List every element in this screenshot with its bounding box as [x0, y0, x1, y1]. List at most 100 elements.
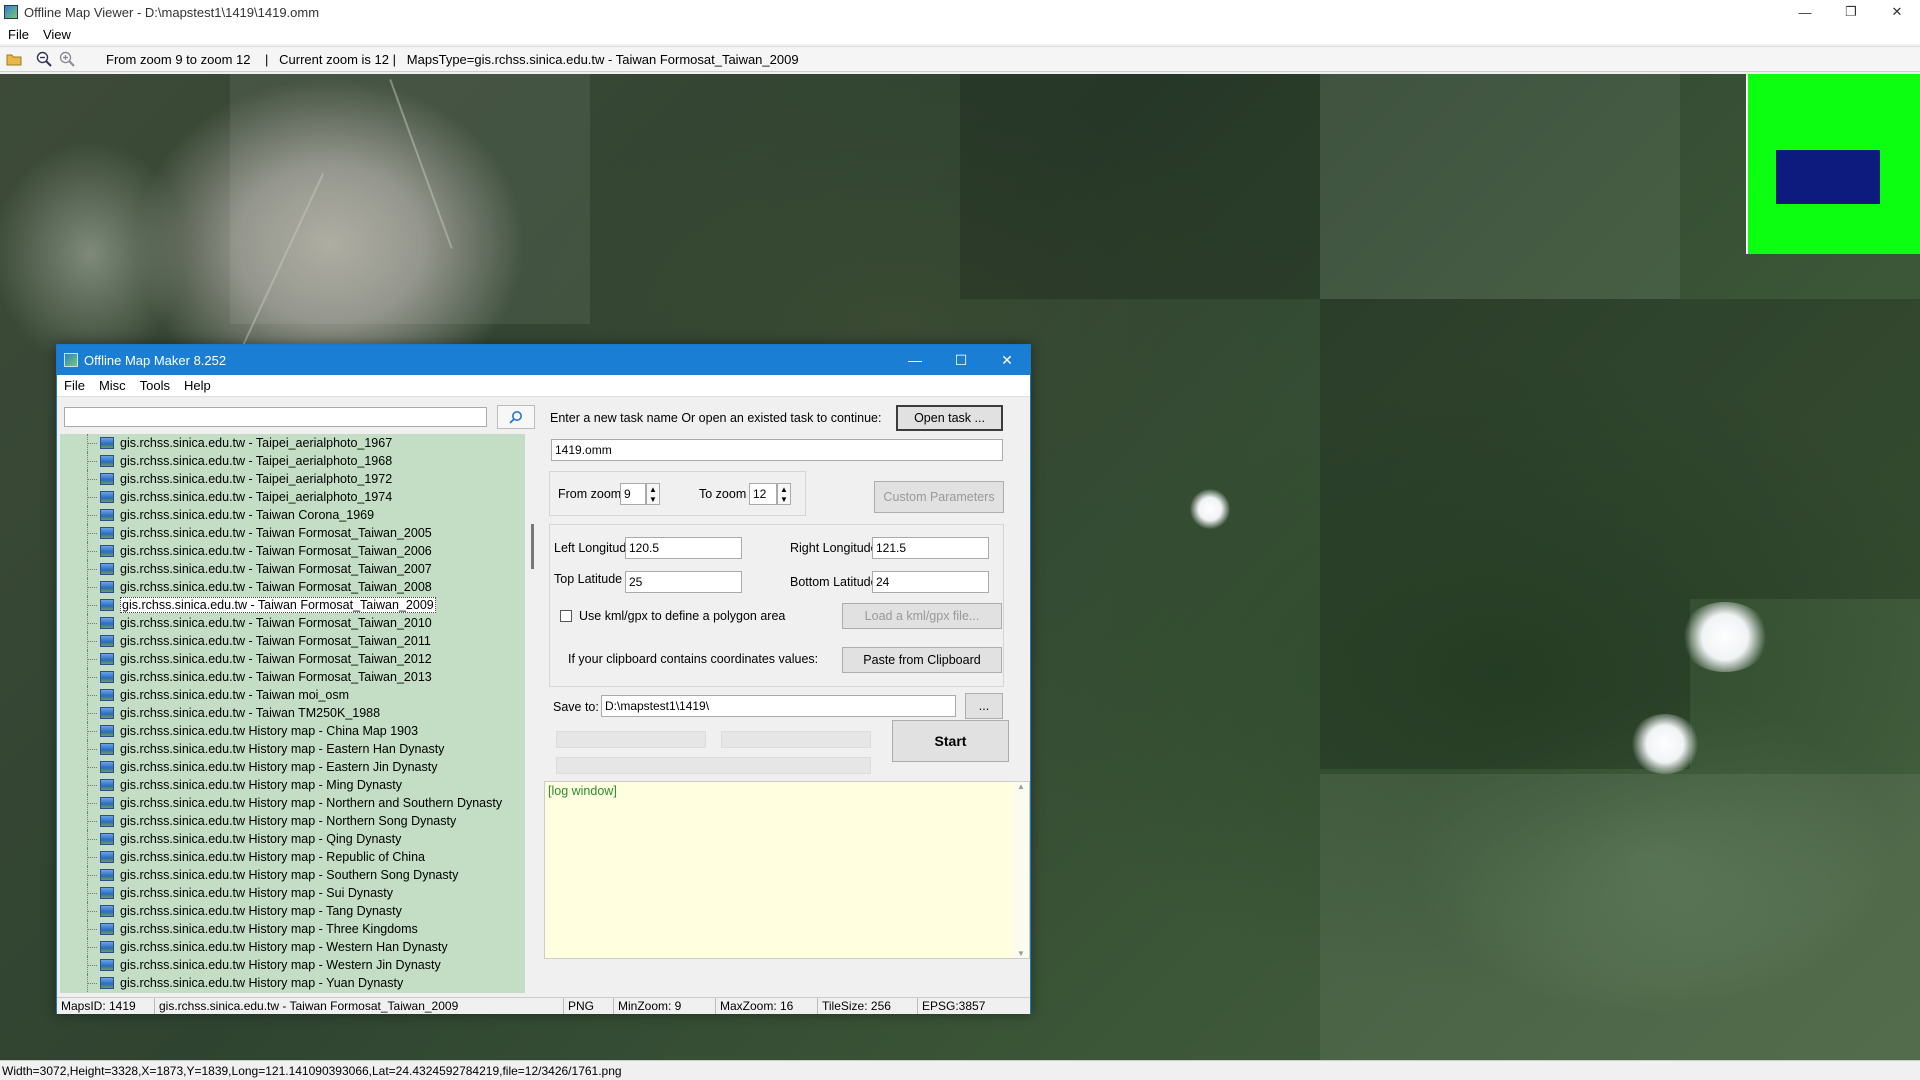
tree-item[interactable]: gis.rchss.sinica.edu.tw - Taipei_aerialp…	[60, 488, 525, 506]
custom-parameters-button[interactable]: Custom Parameters	[874, 481, 1004, 513]
tree-item[interactable]: gis.rchss.sinica.edu.tw History map - Yu…	[60, 974, 525, 992]
tree-item-label: gis.rchss.sinica.edu.tw History map - We…	[120, 958, 441, 972]
map-layer-icon	[100, 923, 114, 935]
paste-clipboard-button[interactable]: Paste from Clipboard	[842, 647, 1002, 673]
overview-minimap[interactable]	[1746, 74, 1920, 254]
tree-item[interactable]: gis.rchss.sinica.edu.tw - Taiwan Formosa…	[60, 614, 525, 632]
tree-item[interactable]: gis.rchss.sinica.edu.tw History map - No…	[60, 794, 525, 812]
tree-item[interactable]: gis.rchss.sinica.edu.tw - Taiwan Formosa…	[60, 596, 525, 614]
tree-item[interactable]: gis.rchss.sinica.edu.tw - Taiwan Formosa…	[60, 524, 525, 542]
tree-item[interactable]: gis.rchss.sinica.edu.tw - Taiwan TM250K_…	[60, 704, 525, 722]
top-latitude-field[interactable]: 25	[625, 571, 742, 593]
tree-scrollbar-thumb[interactable]	[531, 524, 534, 569]
zoom-out-icon[interactable]	[35, 50, 53, 68]
tree-item[interactable]: gis.rchss.sinica.edu.tw History map - Re…	[60, 848, 525, 866]
dialog-title: Offline Map Maker 8.252	[84, 352, 227, 368]
tree-item-label: gis.rchss.sinica.edu.tw History map - Ea…	[120, 742, 445, 756]
tree-item-label: gis.rchss.sinica.edu.tw History map - Yu…	[120, 976, 404, 990]
right-longitude-field[interactable]: 121.5	[872, 537, 989, 559]
task-name-field[interactable]: 1419.omm	[551, 439, 1003, 461]
tree-item[interactable]: gis.rchss.sinica.edu.tw - Taiwan moi_osm	[60, 686, 525, 704]
dialog-close-button[interactable]: ✕	[984, 345, 1030, 375]
bottom-latitude-field[interactable]: 24	[872, 571, 989, 593]
tree-item-label: gis.rchss.sinica.edu.tw - Taipei_aerialp…	[120, 490, 393, 504]
tree-item-label: gis.rchss.sinica.edu.tw - Taiwan Formosa…	[120, 562, 432, 576]
to-zoom-label: To zoom	[699, 487, 747, 501]
map-layer-icon	[100, 545, 114, 557]
tree-item[interactable]: gis.rchss.sinica.edu.tw History map - Mi…	[60, 776, 525, 794]
map-search-input[interactable]	[64, 407, 487, 427]
tree-item[interactable]: gis.rchss.sinica.edu.tw History map - We…	[60, 956, 525, 974]
tree-item[interactable]: gis.rchss.sinica.edu.tw - Taiwan Corona_…	[60, 506, 525, 524]
zoom-in-icon[interactable]	[58, 50, 76, 68]
menu-file[interactable]: File	[8, 27, 29, 42]
tree-item[interactable]: gis.rchss.sinica.edu.tw - Taiwan Formosa…	[60, 632, 525, 650]
map-layer-icon	[100, 491, 114, 503]
dialog-titlebar: Offline Map Maker 8.252 — ☐ ✕	[57, 345, 1030, 375]
start-button[interactable]: Start	[892, 720, 1009, 762]
left-longitude-field[interactable]: 120.5	[625, 537, 742, 559]
browse-button[interactable]: ...	[965, 693, 1003, 719]
overview-viewport-rect[interactable]	[1776, 150, 1880, 204]
tree-item-label: gis.rchss.sinica.edu.tw History map - Th…	[120, 922, 418, 936]
log-scrollbar[interactable]: ▲ ▼	[1013, 782, 1029, 958]
tree-item[interactable]: gis.rchss.sinica.edu.tw History map - No…	[60, 812, 525, 830]
map-layer-icon	[100, 473, 114, 485]
to-zoom-field[interactable]: 12	[749, 483, 777, 505]
tree-item[interactable]: gis.rchss.sinica.edu.tw History map - Ea…	[60, 740, 525, 758]
tree-item[interactable]: gis.rchss.sinica.edu.tw - Taiwan Formosa…	[60, 560, 525, 578]
tree-item[interactable]: gis.rchss.sinica.edu.tw History map - So…	[60, 866, 525, 884]
map-type-tree[interactable]: gis.rchss.sinica.edu.tw - Taipei_aerialp…	[60, 434, 525, 993]
tile-size-status: TileSize: 256	[818, 998, 918, 1014]
dialog-menu-help[interactable]: Help	[184, 378, 211, 393]
search-icon[interactable]	[497, 405, 535, 429]
tree-item[interactable]: gis.rchss.sinica.edu.tw - Taiwan Formosa…	[60, 650, 525, 668]
dialog-minimize-button[interactable]: —	[892, 345, 938, 375]
save-to-label: Save to:	[553, 700, 599, 714]
tree-item[interactable]: gis.rchss.sinica.edu.tw - Taipei_aerialp…	[60, 470, 525, 488]
tree-item[interactable]: gis.rchss.sinica.edu.tw History map - Ch…	[60, 722, 525, 740]
map-layer-icon	[100, 599, 114, 611]
minimize-button[interactable]: —	[1782, 0, 1828, 24]
from-zoom-stepper[interactable]: ▲ ▼	[646, 483, 660, 505]
tree-item[interactable]: gis.rchss.sinica.edu.tw History map - Ta…	[60, 902, 525, 920]
close-button[interactable]: ✕	[1874, 0, 1920, 24]
map-layer-icon	[100, 851, 114, 863]
restore-button[interactable]: ❐	[1828, 0, 1874, 24]
dialog-maximize-button[interactable]: ☐	[938, 345, 984, 375]
tree-item-label: gis.rchss.sinica.edu.tw - Taiwan TM250K_…	[120, 706, 381, 720]
menu-view[interactable]: View	[43, 27, 71, 42]
dialog-menubar: File Misc Tools Help	[57, 375, 1030, 397]
to-zoom-stepper[interactable]: ▲ ▼	[777, 483, 791, 505]
tree-item-label: gis.rchss.sinica.edu.tw History map - Qi…	[120, 832, 402, 846]
use-kml-checkbox[interactable]	[560, 610, 572, 622]
tree-item[interactable]: gis.rchss.sinica.edu.tw - Taiwan Formosa…	[60, 668, 525, 686]
tree-item[interactable]: gis.rchss.sinica.edu.tw History map - Ea…	[60, 758, 525, 776]
save-to-field[interactable]: D:\mapstest1\1419\	[601, 695, 956, 717]
open-folder-icon[interactable]	[5, 50, 23, 68]
load-kml-button[interactable]: Load a kml/gpx file...	[842, 603, 1002, 629]
tree-item[interactable]: gis.rchss.sinica.edu.tw History map - Su…	[60, 884, 525, 902]
dialog-menu-file[interactable]: File	[64, 378, 85, 393]
map-layer-icon	[100, 635, 114, 647]
tree-item[interactable]: gis.rchss.sinica.edu.tw - Taipei_aerialp…	[60, 452, 525, 470]
tree-scrollbar[interactable]	[528, 434, 538, 993]
tree-item[interactable]: gis.rchss.sinica.edu.tw - Taiwan Formosa…	[60, 542, 525, 560]
tree-item[interactable]: gis.rchss.sinica.edu.tw History map - Th…	[60, 920, 525, 938]
tree-item[interactable]: gis.rchss.sinica.edu.tw History map - We…	[60, 938, 525, 956]
map-layer-icon	[100, 581, 114, 593]
main-toolbar: From zoom 9 to zoom 12 | Current zoom is…	[0, 46, 1920, 72]
dialog-menu-misc[interactable]: Misc	[99, 378, 126, 393]
log-window[interactable]: [log window] ▲ ▼	[544, 781, 1030, 959]
tree-item-label: gis.rchss.sinica.edu.tw History map - Ch…	[120, 724, 419, 738]
map-layer-icon	[100, 617, 114, 629]
dialog-menu-tools[interactable]: Tools	[140, 378, 170, 393]
open-task-button[interactable]: Open task ...	[896, 405, 1003, 431]
map-layer-icon	[100, 455, 114, 467]
tree-item-label: gis.rchss.sinica.edu.tw - Taiwan Formosa…	[120, 597, 436, 613]
tree-item-label: gis.rchss.sinica.edu.tw History map - No…	[120, 814, 457, 828]
tree-item[interactable]: gis.rchss.sinica.edu.tw - Taipei_aerialp…	[60, 434, 525, 452]
tree-item[interactable]: gis.rchss.sinica.edu.tw History map - Qi…	[60, 830, 525, 848]
from-zoom-field[interactable]: 9	[620, 483, 646, 505]
tree-item[interactable]: gis.rchss.sinica.edu.tw - Taiwan Formosa…	[60, 578, 525, 596]
